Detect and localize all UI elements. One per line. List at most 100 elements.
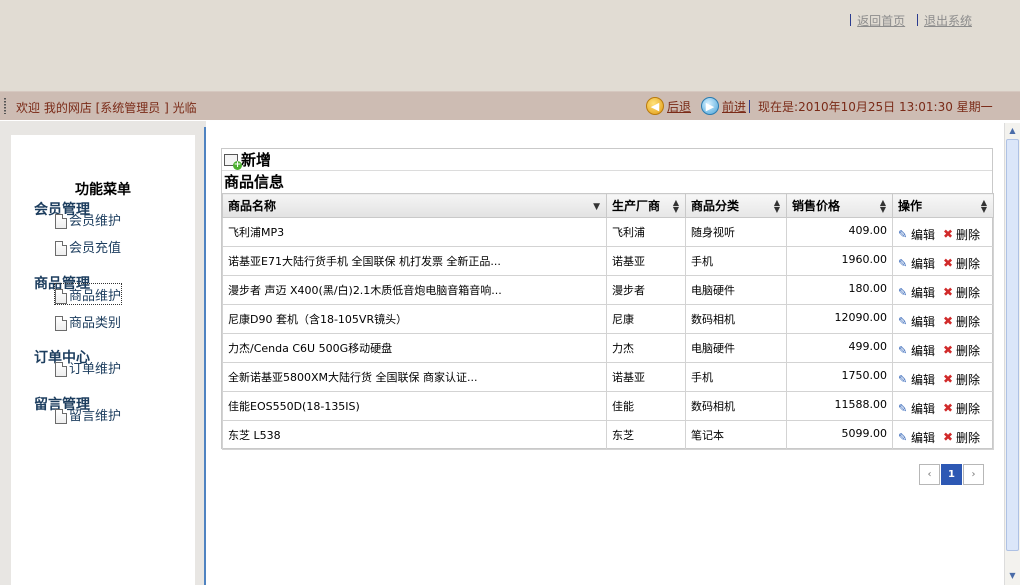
cell-category: 笔记本 [685,420,787,450]
table-caption: 商品信息 [224,173,285,191]
sidebar-frame: 功能菜单 会员管理 会员维护 会员充值 商品管理 商品维护 商品类别 订单中心 … [0,121,206,585]
document-icon [55,241,67,256]
sidebar-item-product-maintain[interactable]: 商品维护 [53,283,123,305]
add-icon [224,153,242,170]
cell-category: 数码相机 [685,391,787,421]
arrow-left-icon[interactable]: ◀ [646,97,664,115]
cell-category: 电脑硬件 [685,275,787,305]
edit-button[interactable]: ✎ 编辑 [898,429,935,446]
sidebar-item-member-recharge[interactable]: 会员充值 [55,236,121,256]
cell-maker: 尼康 [606,304,686,334]
pencil-icon: ✎ [898,257,908,270]
x-icon: ✖ [943,430,954,444]
home-link[interactable]: 返回首页 [857,14,905,28]
delete-label: 删除 [956,373,981,387]
x-icon: ✖ [943,314,954,328]
sort-icon: ▲ ▼ [672,198,679,214]
edit-button[interactable]: ✎ 编辑 [898,226,935,243]
scroll-up-icon[interactable]: ▲ [1005,124,1020,138]
add-button[interactable]: 新增 [222,149,992,171]
delete-button[interactable]: ✖ 删除 [943,313,980,330]
table-row: 东芝 L538 东芝 笔记本 5099.00 ✎ 编辑 ✖ 删除 [222,420,994,450]
document-icon [55,409,67,424]
delete-button[interactable]: ✖ 删除 [943,284,980,301]
cell-name: 尼康D90 套机（含18-105VR镜头） [222,304,607,334]
edit-button[interactable]: ✎ 编辑 [898,371,935,388]
col-header-maker[interactable]: 生产厂商 ▲ ▼ [606,193,686,218]
edit-label: 编辑 [911,344,936,358]
delete-button[interactable]: ✖ 删除 [943,400,980,417]
x-icon: ✖ [943,256,954,270]
delete-button[interactable]: ✖ 删除 [943,226,980,243]
edit-button[interactable]: ✎ 编辑 [898,342,935,359]
logout-link[interactable]: 退出系统 [924,14,972,28]
cell-price: 1960.00 [786,246,893,276]
pencil-icon: ✎ [898,315,908,328]
edit-button[interactable]: ✎ 编辑 [898,284,935,301]
cell-ops: ✎ 编辑 ✖ 删除 [892,391,994,421]
back-link[interactable]: 后退 [667,98,691,115]
arrow-right-icon[interactable]: ▶ [701,97,720,115]
x-icon: ✖ [943,285,954,299]
edit-button[interactable]: ✎ 编辑 [898,400,935,417]
delete-button[interactable]: ✖ 删除 [943,255,980,272]
delete-label: 删除 [956,431,981,445]
sidebar-item-order-maintain[interactable]: 订单维护 [55,357,121,377]
pagination: ‹ 1 › [919,464,985,485]
splitter[interactable] [204,127,206,585]
sort-desc-icon: ▼ [593,202,600,212]
edit-label: 编辑 [911,373,936,387]
cell-price: 5099.00 [786,420,893,450]
delete-label: 删除 [956,228,981,242]
cell-name: 诺基亚E71大陆行货手机 全国联保 机打发票 全新正品... [222,246,607,276]
delete-button[interactable]: ✖ 删除 [943,342,980,359]
sidebar-item-label: 商品类别 [69,316,122,331]
table-row: 诺基亚E71大陆行货手机 全国联保 机打发票 全新正品... 诺基亚 手机 1960.… [222,246,994,276]
product-panel: 新增 商品信息 商品名称▼ 生产厂商▲▼ 商品分类▲▼ 销售价格▲▼ 操作▲▼ … [221,148,994,450]
cell-name: 全新诺基亚5800XM大陆行货 全国联保 商家认证... [222,362,607,392]
table-row: 尼康D90 套机（含18-105VR镜头） 尼康 数码相机 12090.00 ✎ 编辑 ✖ 删… [222,304,994,334]
scrollbar-thumb[interactable] [1006,139,1019,551]
cell-maker: 佳能 [606,391,686,421]
cell-ops: ✎ 编辑 ✖ 删除 [892,333,994,363]
col-header-price[interactable]: 销售价格 ▲ ▼ [786,193,893,218]
delete-label: 删除 [956,315,981,329]
scroll-down-icon[interactable]: ▼ [1005,569,1020,583]
cell-name: 飞利浦MP3 [222,217,607,247]
prev-page-button[interactable]: ‹ [919,464,940,485]
col-header-ops[interactable]: 操作 ▲ ▼ [892,193,994,218]
cell-maker: 力杰 [606,333,686,363]
pencil-icon: ✎ [898,402,908,415]
x-icon: ✖ [943,372,954,386]
cell-price: 1750.00 [786,362,893,392]
sidebar-item-product-category[interactable]: 商品类别 [55,311,121,331]
table-row: 飞利浦MP3 飞利浦 随身视听 409.00 ✎ 编辑 ✖ 删除 [222,217,994,247]
scrollbar[interactable]: ▲ ▼ [1004,123,1020,585]
delete-button[interactable]: ✖ 删除 [943,429,980,446]
page-1-button[interactable]: 1 [941,464,962,485]
table-row: 力杰/Cenda C6U 500G移动硬盘 力杰 电脑硬件 499.00 ✎ 编辑 ✖ 删除 [222,333,994,363]
add-label: 新增 [241,151,272,169]
cell-maker: 诺基亚 [606,362,686,392]
delete-button[interactable]: ✖ 删除 [943,371,980,388]
header-links: 返回首页 退出系统 [842,12,972,29]
col-header-name[interactable]: 商品名称 ▼ [222,193,607,218]
cell-maker: 飞利浦 [606,217,686,247]
document-icon [55,362,67,377]
cell-ops: ✎ 编辑 ✖ 删除 [892,420,994,450]
cell-name: 漫步者 声迈 X400(黑/白)2.1木质低音炮电脑音箱音响... [222,275,607,305]
sidebar-item-member-maintain[interactable]: 会员维护 [55,209,121,229]
sidebar-item-label: 订单维护 [69,362,122,377]
forward-link[interactable]: 前进 [722,98,746,115]
edit-button[interactable]: ✎ 编辑 [898,313,935,330]
edit-label: 编辑 [911,402,936,416]
next-page-button[interactable]: › [963,464,984,485]
sidebar-item-label: 会员充值 [69,241,122,256]
cell-ops: ✎ 编辑 ✖ 删除 [892,362,994,392]
cell-price: 11588.00 [786,391,893,421]
sidebar-item-message-maintain[interactable]: 留言维护 [55,404,121,424]
product-table: 商品名称 ▼ 生产厂商 ▲ ▼ 商品分类 ▲ ▼ 销售价格 ▲ ▼ 操作 ▲ ▼ 飞利浦MP3 飞利… [222,193,994,450]
sidebar-item-label: 商品维护 [69,289,122,304]
col-header-category[interactable]: 商品分类 ▲ ▼ [685,193,787,218]
edit-button[interactable]: ✎ 编辑 [898,255,935,272]
